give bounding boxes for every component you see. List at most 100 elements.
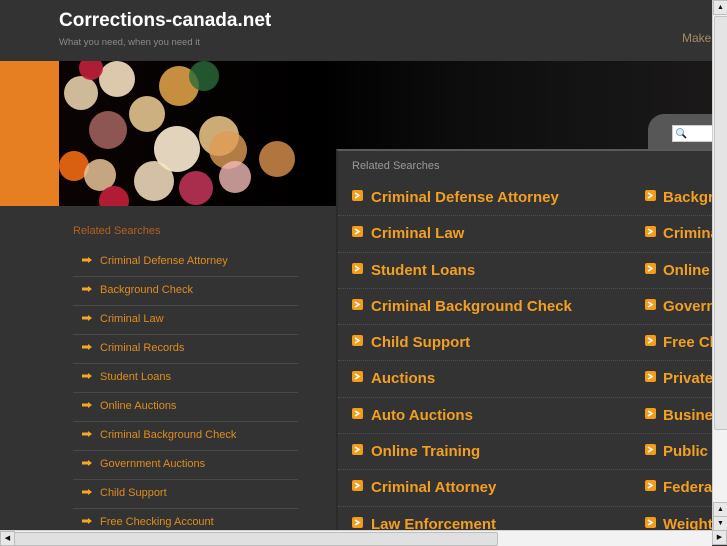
result-link[interactable]: Student Loans — [338, 253, 648, 289]
result-label[interactable]: Free Checking Account — [663, 334, 712, 351]
pointing-hand-arrow-icon — [82, 286, 92, 292]
result-label[interactable]: Business — [663, 407, 712, 424]
make-homepage-link[interactable]: Make — [682, 31, 711, 45]
result-label[interactable]: Private — [663, 370, 712, 387]
sidebar-item-label[interactable]: Background Check — [100, 284, 193, 296]
chevron-right-icon — [645, 262, 656, 274]
result-label[interactable]: Auctions — [371, 370, 435, 387]
chevron-right-icon — [645, 444, 656, 456]
result-label[interactable]: Criminal Attorney — [371, 479, 496, 496]
result-link[interactable]: Online Training — [338, 434, 648, 471]
result-link[interactable]: Business — [645, 398, 712, 435]
sidebar-item[interactable]: Criminal Background Check — [73, 422, 298, 451]
result-label[interactable]: Online Training — [371, 443, 480, 460]
scroll-down-icon[interactable]: ▼ — [713, 516, 727, 531]
sidebar-item-label[interactable]: Criminal Background Check — [100, 429, 236, 441]
sidebar-item-label[interactable]: Free Checking Account — [100, 516, 214, 528]
sidebar-item[interactable]: Criminal Law — [73, 306, 298, 335]
result-link[interactable]: Criminal Background Check — [338, 289, 648, 326]
chevron-right-icon — [645, 407, 656, 419]
bokeh-light — [129, 96, 165, 132]
sidebar-item[interactable]: Background Check — [73, 277, 298, 306]
panel-title: Related Searches — [352, 160, 440, 172]
sidebar-item-label[interactable]: Criminal Records — [100, 342, 184, 354]
pointing-hand-arrow-icon — [82, 518, 92, 524]
pointing-hand-arrow-icon — [82, 344, 92, 350]
sidebar-title: Related Searches — [73, 225, 161, 237]
sidebar-item[interactable]: Government Auctions — [73, 451, 298, 480]
vertical-scroll-thumb[interactable] — [714, 16, 727, 430]
scroll-up-icon[interactable]: ▲ — [713, 502, 727, 517]
result-label[interactable]: Public — [663, 443, 708, 460]
result-label[interactable]: Criminal Records — [663, 225, 712, 242]
bokeh-light — [219, 161, 251, 193]
vertical-scrollbar[interactable]: ▲ ▲ ▼ — [712, 0, 727, 531]
result-label[interactable]: Criminal Law — [371, 225, 464, 242]
result-label[interactable]: Background Check — [663, 189, 712, 206]
chevron-right-icon — [352, 298, 363, 310]
chevron-right-icon — [352, 335, 363, 347]
bokeh-light — [179, 171, 213, 205]
result-link[interactable]: Auctions — [338, 361, 648, 398]
result-link[interactable]: Online Auctions — [645, 253, 712, 289]
horizontal-scroll-thumb[interactable] — [14, 532, 498, 546]
sidebar-item[interactable]: Child Support — [73, 480, 298, 509]
scroll-left-icon[interactable]: ◀ — [0, 531, 15, 546]
sidebar-item-label[interactable]: Criminal Law — [100, 313, 164, 325]
result-label[interactable]: Criminal Background Check — [371, 298, 572, 315]
result-link[interactable]: Criminal Attorney — [338, 470, 648, 507]
chevron-right-icon — [645, 226, 656, 238]
sidebar-item-label[interactable]: Government Auctions — [100, 458, 205, 470]
sidebar-related-list: Criminal Defense Attorney Background Che… — [73, 248, 298, 538]
bokeh-light — [64, 76, 98, 110]
sidebar-item[interactable]: Criminal Records — [73, 335, 298, 364]
sidebar-item-label[interactable]: Criminal Defense Attorney — [100, 255, 228, 267]
result-link[interactable]: Criminal Defense Attorney — [338, 180, 648, 217]
result-label[interactable]: Auto Auctions — [371, 407, 473, 424]
chevron-right-icon — [645, 335, 656, 347]
bokeh-light — [89, 111, 127, 149]
result-label[interactable]: Government Auctions — [663, 298, 712, 315]
horizontal-scrollbar[interactable]: ◀ — [0, 530, 712, 546]
magnifier-icon — [676, 128, 687, 139]
chevron-right-icon — [645, 480, 656, 492]
result-link[interactable]: Criminal Records — [645, 216, 712, 253]
result-link[interactable]: Free Checking Account — [645, 325, 712, 362]
result-label[interactable]: Online Auctions — [663, 262, 712, 279]
result-label[interactable]: Criminal Defense Attorney — [371, 189, 559, 206]
sidebar-item-label[interactable]: Online Auctions — [100, 400, 176, 412]
bokeh-light — [189, 61, 219, 91]
chevron-right-icon — [645, 371, 656, 383]
result-label[interactable]: Federal — [663, 479, 712, 496]
results-right-column: Background Check Criminal Records Online… — [645, 180, 712, 543]
scroll-right-icon[interactable]: ▶ — [712, 530, 727, 545]
sidebar-item-label[interactable]: Student Loans — [100, 371, 171, 383]
result-label[interactable]: Student Loans — [371, 262, 475, 279]
site-tagline: What you need, when you need it — [59, 37, 201, 48]
chevron-right-icon — [352, 226, 363, 238]
result-link[interactable]: Background Check — [645, 180, 712, 217]
site-title[interactable]: Corrections-canada.net — [59, 10, 271, 32]
sidebar-item-label[interactable]: Child Support — [100, 487, 167, 499]
result-link[interactable]: Public — [645, 434, 712, 471]
bokeh-light — [259, 141, 295, 177]
chevron-right-icon — [645, 298, 656, 310]
pointing-hand-arrow-icon — [82, 402, 92, 408]
result-label[interactable]: Child Support — [371, 334, 470, 351]
result-link[interactable]: Child Support — [338, 325, 648, 362]
scroll-up-icon[interactable]: ▲ — [713, 0, 727, 15]
result-link[interactable]: Private — [645, 361, 712, 398]
chevron-right-icon — [645, 516, 656, 528]
pointing-hand-arrow-icon — [82, 373, 92, 379]
result-link[interactable]: Auto Auctions — [338, 398, 648, 435]
sidebar-item[interactable]: Student Loans — [73, 364, 298, 393]
result-link[interactable]: Federal — [645, 470, 712, 507]
results-left-column: Criminal Defense Attorney Criminal Law S… — [338, 180, 648, 543]
bokeh-light — [99, 61, 135, 97]
result-link[interactable]: Criminal Law — [338, 216, 648, 253]
chevron-right-icon — [352, 480, 363, 492]
result-link[interactable]: Government Auctions — [645, 289, 712, 326]
sidebar-item[interactable]: Online Auctions — [73, 393, 298, 422]
pointing-hand-arrow-icon — [82, 315, 92, 321]
sidebar-item[interactable]: Criminal Defense Attorney — [73, 248, 298, 277]
